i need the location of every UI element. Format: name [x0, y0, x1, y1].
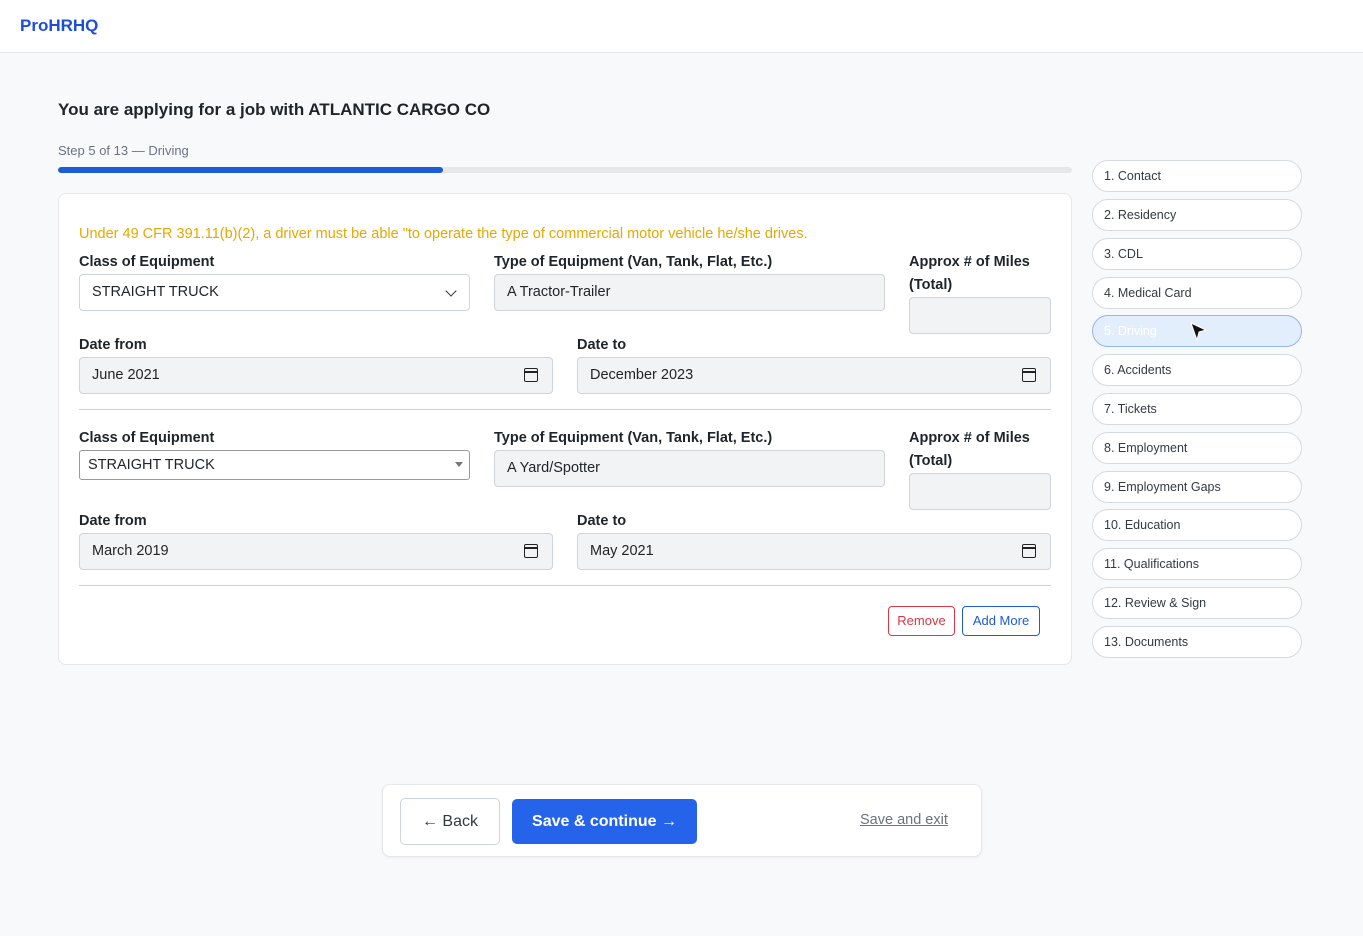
add-more-button[interactable]: Add More [962, 606, 1040, 636]
date-from-label: Date from [79, 513, 147, 529]
entry-divider [79, 409, 1051, 410]
approx-miles-input[interactable] [909, 297, 1051, 334]
calendar-icon[interactable] [1022, 544, 1036, 558]
calendar-icon[interactable] [1022, 368, 1036, 382]
date-to-value: December 2023 [590, 367, 694, 383]
step-employment-gaps[interactable]: 9. Employment Gaps [1092, 471, 1302, 503]
type-of-equipment-label: Type of Equipment (Van, Tank, Flat, Etc.… [494, 254, 773, 270]
chevron-down-icon [445, 285, 457, 297]
dropdown-arrow-icon [455, 462, 463, 467]
top-bar: ProHRHQ [0, 0, 1363, 53]
date-to-label: Date to [577, 513, 627, 529]
class-of-equipment-label: Class of Equipment [79, 430, 215, 446]
save-and-exit-link[interactable]: Save and exit [860, 812, 948, 828]
step-documents[interactable]: 13. Documents [1092, 626, 1302, 658]
approx-miles-label-line1: Approx # of Miles [909, 254, 1030, 270]
type-of-equipment-input[interactable]: A Yard/Spotter [494, 450, 885, 487]
approx-miles-label-line1: Approx # of Miles [909, 430, 1030, 446]
date-to-input[interactable]: December 2023 [577, 357, 1051, 394]
approx-miles-label: Approx # of Miles (Total) [909, 427, 1030, 473]
step-cdl[interactable]: 3. CDL [1092, 238, 1302, 270]
step-review-sign[interactable]: 12. Review & Sign [1092, 587, 1302, 619]
date-from-input[interactable]: March 2019 [79, 533, 553, 570]
step-tickets[interactable]: 7. Tickets [1092, 393, 1302, 425]
step-medical-card[interactable]: 4. Medical Card [1092, 277, 1302, 309]
date-from-label: Date from [79, 337, 147, 353]
approx-miles-input[interactable] [909, 473, 1051, 510]
approx-miles-label-line2: (Total) [909, 453, 953, 469]
step-accidents[interactable]: 6. Accidents [1092, 354, 1302, 386]
calendar-icon[interactable] [524, 368, 538, 382]
approx-miles-label: Approx # of Miles (Total) [909, 251, 1030, 297]
approx-miles-label-line2: (Total) [909, 277, 953, 293]
date-to-label: Date to [577, 337, 627, 353]
remove-button[interactable]: Remove [888, 606, 955, 636]
class-of-equipment-value: STRAIGHT TRUCK [88, 457, 215, 473]
class-of-equipment-label: Class of Equipment [79, 254, 215, 270]
type-of-equipment-label: Type of Equipment (Van, Tank, Flat, Etc.… [494, 430, 773, 446]
date-from-input[interactable]: June 2021 [79, 357, 553, 394]
back-button[interactable]: ← Back [400, 798, 500, 845]
type-of-equipment-input[interactable]: A Tractor-Trailer [494, 274, 885, 311]
regulation-notice: Under 49 CFR 391.11(b)(2), a driver must… [79, 226, 808, 242]
brand-logo[interactable]: ProHRHQ [20, 16, 98, 36]
date-to-input[interactable]: May 2021 [577, 533, 1051, 570]
step-residency[interactable]: 2. Residency [1092, 199, 1302, 231]
progress-bar [58, 167, 1072, 173]
class-of-equipment-select[interactable]: STRAIGHT TRUCK [79, 274, 470, 311]
mouse-cursor-icon [1190, 322, 1208, 342]
class-of-equipment-select[interactable]: STRAIGHT TRUCK [79, 450, 470, 480]
step-education[interactable]: 10. Education [1092, 509, 1302, 541]
calendar-icon[interactable] [524, 544, 538, 558]
save-continue-button[interactable]: Save & continue → [512, 799, 697, 844]
step-qualifications[interactable]: 11. Qualifications [1092, 548, 1302, 580]
page-title: You are applying for a job with ATLANTIC… [58, 100, 491, 119]
class-of-equipment-value: STRAIGHT TRUCK [92, 284, 219, 300]
date-from-value: March 2019 [92, 543, 169, 559]
entry-divider [79, 585, 1051, 586]
step-indicator: Step 5 of 13 — Driving [58, 143, 189, 158]
date-to-value: May 2021 [590, 543, 654, 559]
progress-fill [58, 167, 444, 173]
date-from-value: June 2021 [92, 367, 160, 383]
step-employment[interactable]: 8. Employment [1092, 432, 1302, 464]
driving-experience-card: Under 49 CFR 391.11(b)(2), a driver must… [58, 193, 1072, 665]
form-footer: ← Back Save & continue → Save and exit [382, 784, 982, 857]
step-contact[interactable]: 1. Contact [1092, 160, 1302, 192]
